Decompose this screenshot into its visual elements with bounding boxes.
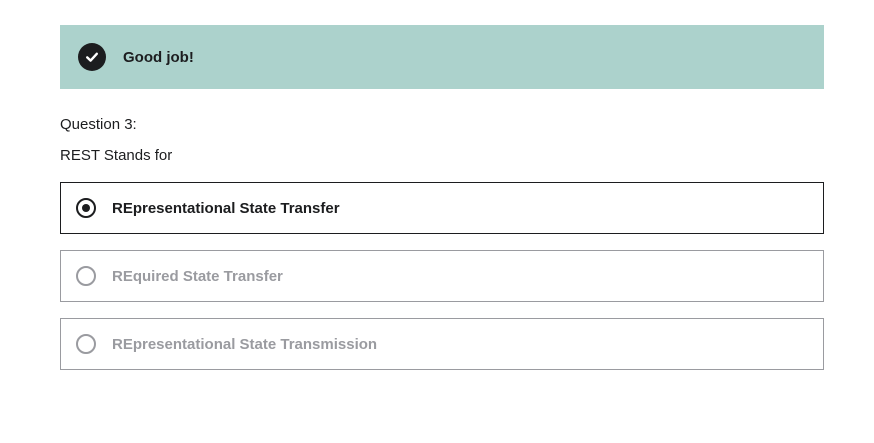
radio-selected-icon[interactable]: [76, 198, 96, 218]
answer-option-label: REpresentational State Transfer: [112, 199, 340, 217]
answer-option-3[interactable]: REpresentational State Transmission: [60, 318, 824, 370]
answer-option-2[interactable]: REquired State Transfer: [60, 250, 824, 302]
answer-option-label: REquired State Transfer: [112, 267, 283, 285]
radio-dot-icon: [82, 204, 90, 212]
radio-unselected-icon[interactable]: [76, 334, 96, 354]
quiz-page: Good job! Question 3: REST Stands for RE…: [0, 0, 874, 443]
question-prompt: REST Stands for: [60, 147, 173, 164]
radio-unselected-icon[interactable]: [76, 266, 96, 286]
answer-option-label: REpresentational State Transmission: [112, 335, 378, 353]
alert-message: Good job!: [123, 48, 194, 66]
question-number: Question 3:: [60, 116, 137, 133]
answer-option-1[interactable]: REpresentational State Transfer: [60, 182, 824, 234]
success-alert: Good job!: [60, 25, 824, 89]
check-circle-icon: [78, 43, 106, 71]
